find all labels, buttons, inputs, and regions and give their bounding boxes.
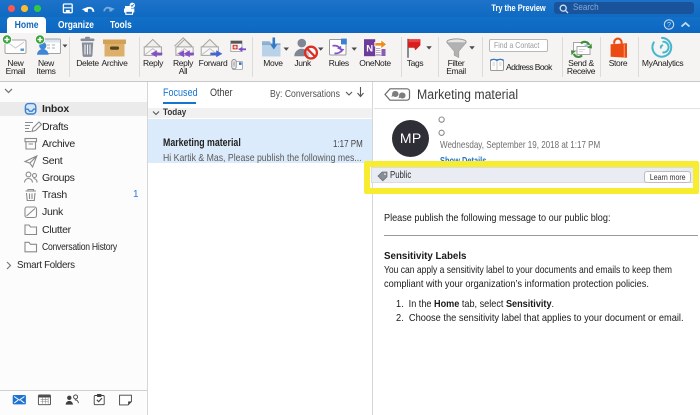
svg-text:?: ?	[667, 20, 671, 29]
svg-text:N: N	[366, 44, 373, 55]
